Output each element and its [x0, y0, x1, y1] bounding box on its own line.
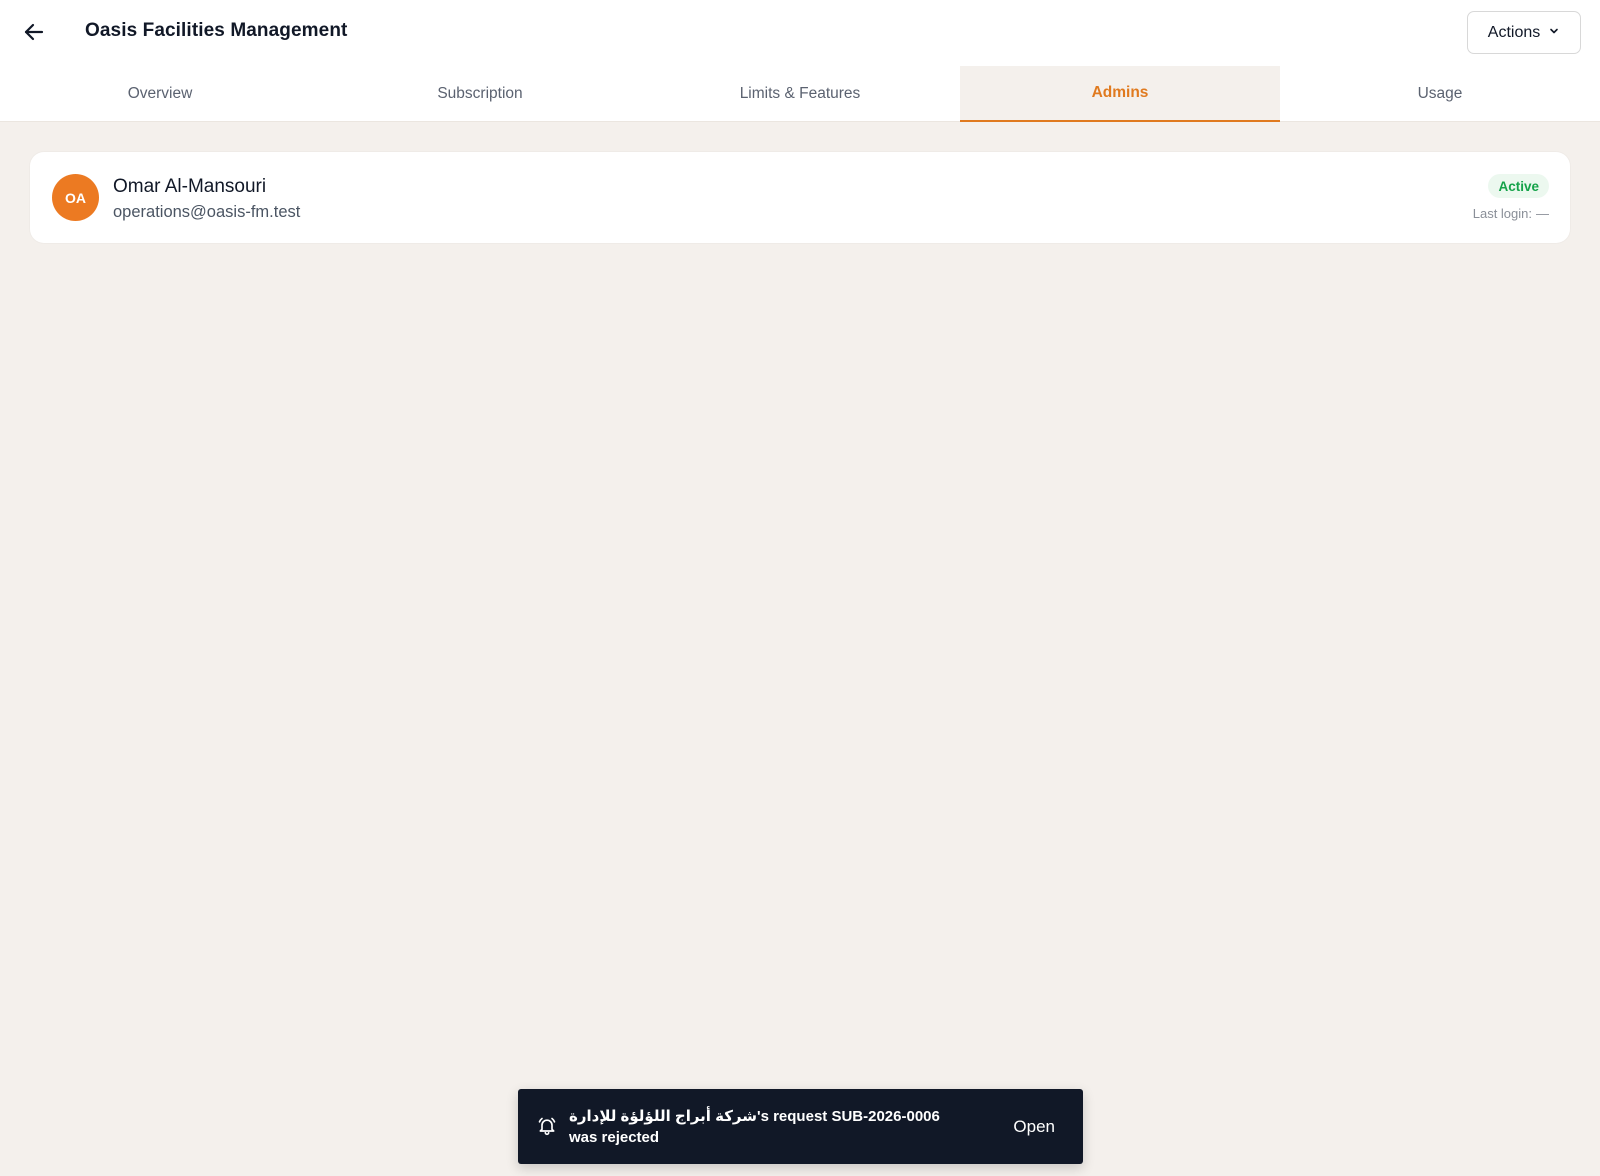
admin-card[interactable]: OA Omar Al-Mansouri operations@oasis-fm.… — [30, 152, 1570, 243]
actions-button-label: Actions — [1487, 23, 1541, 41]
arrow-left-icon — [22, 20, 46, 49]
status-badge: Active — [1488, 174, 1549, 198]
actions-button[interactable]: Actions — [1467, 11, 1581, 54]
last-login: Last login: — — [1473, 206, 1549, 221]
tab-usage[interactable]: Usage — [1280, 66, 1600, 122]
tab-subscription[interactable]: Subscription — [320, 66, 640, 122]
toast-open-button[interactable]: Open — [1003, 1113, 1065, 1141]
tab-admins[interactable]: Admins — [960, 66, 1280, 122]
admin-email: operations@oasis-fm.test — [113, 203, 301, 221]
page-title: Oasis Facilities Management — [85, 20, 348, 41]
last-login-label: Last login: — [1472, 206, 1532, 221]
top-bar: Oasis Facilities Management Actions Over… — [0, 0, 1600, 122]
notification-toast: شركة أبراج اللؤلؤة للإدارة's request SUB… — [518, 1089, 1083, 1164]
tab-overview[interactable]: Overview — [0, 66, 320, 122]
tab-limits-features[interactable]: Limits & Features — [640, 66, 960, 122]
toast-message: شركة أبراج اللؤلؤة للإدارة's request SUB… — [569, 1108, 940, 1146]
tab-bar: Overview Subscription Limits & Features … — [0, 66, 1600, 122]
chevron-down-icon — [1548, 24, 1560, 42]
admin-name: Omar Al-Mansouri — [113, 176, 267, 197]
bell-icon — [536, 1115, 558, 1137]
last-login-value: — — [1536, 206, 1549, 221]
avatar: OA — [52, 174, 99, 221]
back-button[interactable] — [14, 14, 54, 54]
